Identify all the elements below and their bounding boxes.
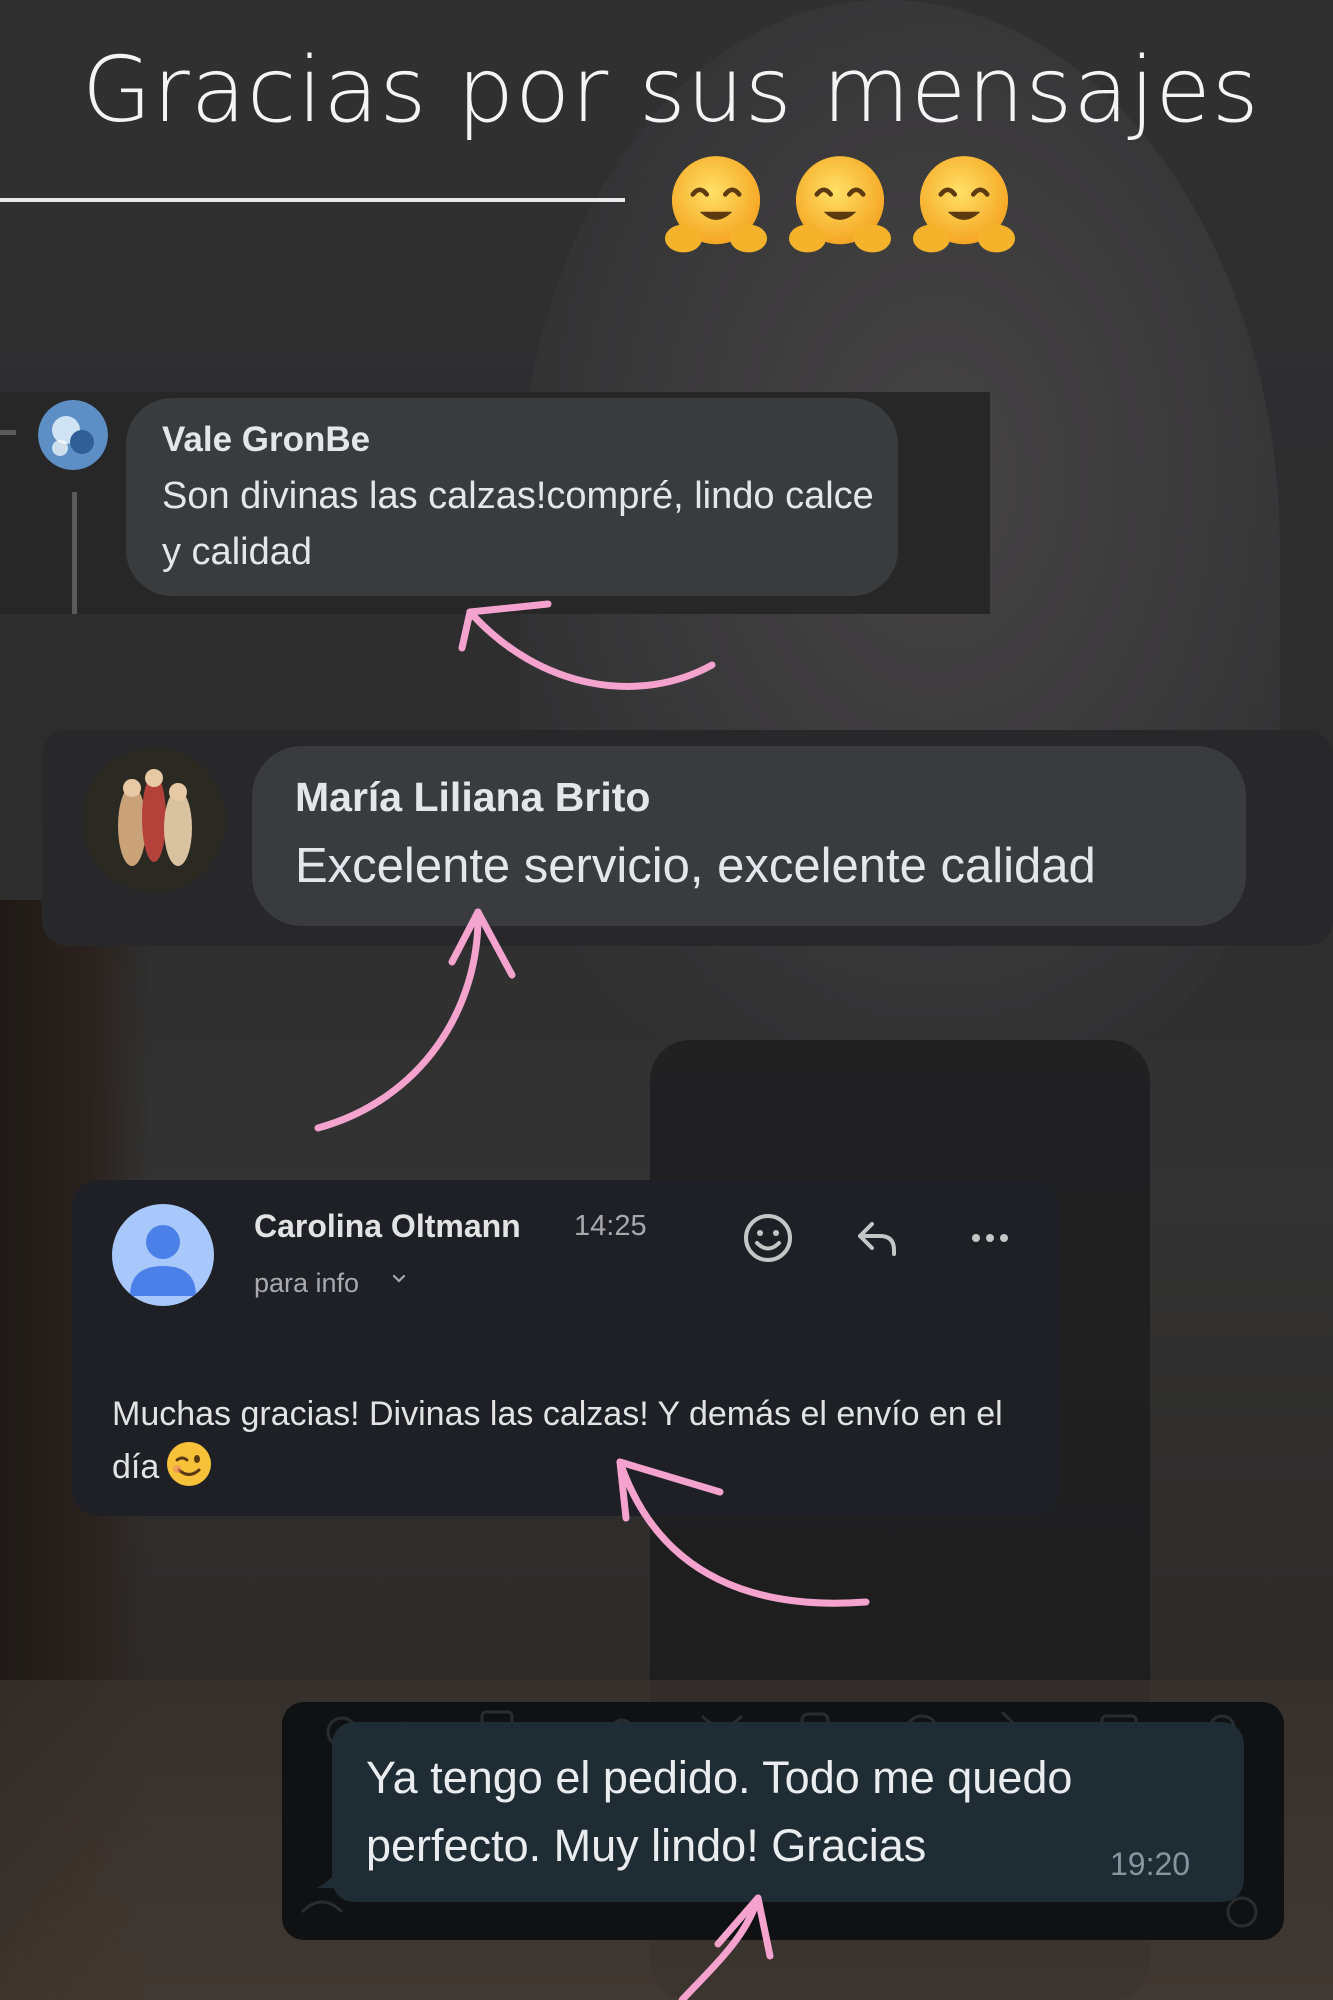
chevron-down-icon[interactable]	[390, 1270, 408, 1288]
reply-icon[interactable]	[850, 1210, 906, 1266]
email-body-text: Muchas gracias! Divinas las calzas! Y de…	[112, 1395, 1003, 1486]
hugging-face-icon	[912, 156, 1016, 253]
hugging-face-icon	[664, 156, 768, 253]
comment-text: Son divinas las calzas!compré, lindo cal…	[162, 475, 874, 573]
person-icon	[130, 1225, 196, 1296]
avatar[interactable]	[38, 400, 108, 470]
comment-text: Excelente servicio, excelente calidad	[295, 839, 1096, 893]
hugging-face-icon	[788, 156, 892, 253]
comment-bubble[interactable]	[252, 746, 1246, 926]
email-sender[interactable]: Carolina Oltmann	[254, 1208, 521, 1245]
avatar[interactable]	[82, 748, 226, 892]
emoji-react-icon[interactable]	[740, 1210, 796, 1266]
default-avatar-icon[interactable]	[112, 1204, 214, 1306]
comment-author[interactable]: Vale GronBe	[162, 420, 370, 460]
chat-message-time: 19:20	[1110, 1846, 1191, 1882]
title-underline	[0, 198, 625, 202]
comment-author[interactable]: María Liliana Brito	[295, 774, 650, 821]
email-time: 14:25	[574, 1210, 647, 1242]
thread-line	[72, 492, 77, 614]
email-recipient[interactable]: para info	[254, 1268, 359, 1299]
email-body: Muchas gracias! Divinas las calzas! Y de…	[112, 1388, 1032, 1493]
winking-face-icon	[167, 1442, 212, 1486]
hugging-emoji-row	[658, 148, 1022, 264]
story-canvas: Gracias por sus mensajes Vale GronBe Son…	[0, 0, 1333, 2000]
avatar-image	[38, 400, 108, 470]
more-icon[interactable]	[962, 1210, 1018, 1266]
chat-message-text: Ya tengo el pedido. Todo me quedo perfec…	[366, 1752, 1073, 1871]
thread-connector	[0, 430, 16, 435]
story-title: Gracias por sus mensajes	[82, 38, 1260, 143]
avatar-image	[82, 748, 226, 892]
